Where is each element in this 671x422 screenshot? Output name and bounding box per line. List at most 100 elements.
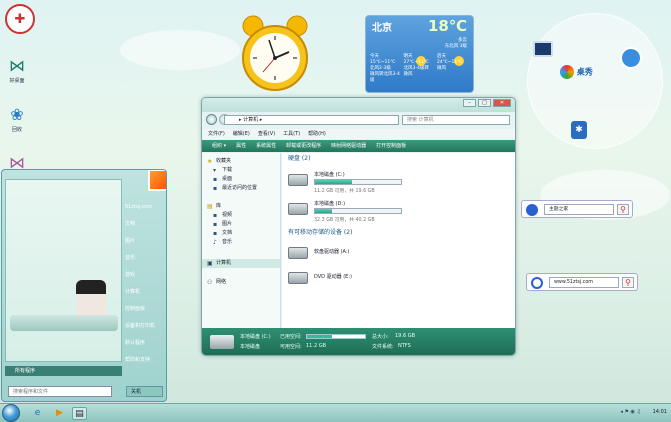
bow-icon: ⋈ [9, 55, 25, 75]
close-button[interactable]: ✕ [493, 99, 511, 107]
start-link-help[interactable]: 帮助和支持 [125, 355, 166, 372]
start-search-input[interactable]: 搜索程序和文件 [8, 386, 112, 397]
details-fs-value: NTFS [398, 343, 411, 349]
forecast-day: 明天 27℃~11℃ 北风3-4级转 微风 [403, 54, 429, 77]
removable-group-header[interactable]: 有可移动存储的设备 (2) [282, 227, 352, 239]
media-player-icon[interactable]: ▶ [52, 407, 67, 420]
nav-libraries[interactable]: ▤ 库 [202, 202, 280, 211]
start-link-computer[interactable]: 计算机 [125, 287, 166, 304]
ie-logo-icon [560, 65, 574, 79]
start-link-devices[interactable]: 设备和打印机 [125, 321, 166, 338]
cmd-control-panel[interactable]: 打开控制面板 [376, 140, 406, 152]
nav-downloads[interactable]: ▾ 下载 [202, 166, 280, 175]
details-fs-label: 文件系统: [372, 344, 394, 350]
search-go-button[interactable]: ⚲ [617, 204, 629, 215]
forecast-day: 今天 15℃~11℃ 北风2-3级 微风转北风3-4级 [370, 54, 400, 83]
bluetooth-icon[interactable]: ✱ [571, 121, 587, 139]
cmd-properties[interactable]: 属性 [236, 140, 246, 152]
search-go-button[interactable]: ⚲ [622, 277, 634, 288]
drive-usage-bar [314, 208, 402, 214]
floppy-drive[interactable]: 软盘驱动器 (A:) [288, 244, 408, 268]
desktop-icon: ▪ [213, 176, 218, 183]
explorer-search-input[interactable]: 搜索 计算机 [402, 115, 510, 125]
network-icon: ⚇ [207, 279, 213, 286]
start-link-games[interactable]: 游戏 [125, 270, 166, 287]
start-link-control-panel[interactable]: 控制面板 [125, 304, 166, 321]
recent-icon: ▪ [213, 185, 218, 192]
rock-wallpaper-image [10, 315, 118, 331]
start-link-music[interactable]: 音乐 [125, 253, 166, 270]
desktop-icon-app[interactable]: ✚ [3, 4, 37, 34]
start-link-documents[interactable]: 文档 [125, 219, 166, 236]
mascot-icon[interactable] [620, 47, 642, 69]
nav-network[interactable]: ⚇ 网络 [202, 278, 280, 287]
nav-desktop[interactable]: ▪ 桌面 [202, 175, 280, 184]
all-programs-button[interactable]: 所有程序 [5, 366, 122, 376]
document-icon: ▪ [213, 230, 218, 237]
ie-icon[interactable]: e [30, 407, 45, 420]
drive-d[interactable]: 本地磁盘 (D:) 32.3 GB 可用，共 40.2 GB [288, 200, 408, 224]
start-link-site[interactable]: 51ztsj.com [125, 202, 166, 219]
window-controls: – □ ✕ [463, 99, 511, 107]
maximize-button[interactable]: □ [478, 99, 491, 107]
weather-temperature: 18℃ [427, 17, 467, 35]
nav-favorites[interactable]: ★ 收藏夹 [202, 157, 280, 166]
desktop-icon-bow[interactable]: ⋈ 好桌面 [0, 55, 34, 85]
baidu-paw-icon [526, 204, 538, 216]
search-widget: www.51ztsj.com ⚲ [526, 273, 638, 291]
system-tray: ◂ ⚑ ◉ ♫ 14:01 [620, 409, 667, 415]
download-icon: ▾ [213, 167, 217, 174]
explorer-taskbar-icon[interactable]: ▤ [72, 407, 87, 420]
clock[interactable]: 14:01 [653, 409, 667, 415]
menu-help[interactable]: 帮助(H) [308, 129, 326, 139]
music-icon: ♪ [213, 239, 217, 246]
search-widget-input[interactable]: www.51ztsj.com [549, 277, 619, 288]
address-bar[interactable]: ▸ 计算机 ▸ [224, 115, 399, 125]
start-link-pictures[interactable]: 图片 [125, 236, 166, 253]
nav-documents[interactable]: ▪ 文档 [202, 229, 280, 238]
floppy-icon [288, 247, 308, 259]
forecast-day: 后天 24℃~11℃ 微风 [437, 54, 463, 71]
desktop-icon-butterfly[interactable]: ❀ 回收 [0, 104, 34, 134]
cmd-map-drive[interactable]: 映射网络驱动器 [331, 140, 366, 152]
cmd-system-properties[interactable]: 系统属性 [256, 140, 276, 152]
taskbar: e ▶ ▤ ◂ ⚑ ◉ ♫ 14:01 [0, 403, 671, 422]
menu-tools[interactable]: 工具(T) [283, 129, 300, 139]
shutdown-button[interactable]: 关机 [126, 386, 163, 397]
hdd-group-header[interactable]: 硬盘 (2) [282, 153, 515, 165]
start-link-default-programs[interactable]: 默认程序 [125, 338, 166, 355]
weather-summary: 多云 东北风 3级 [444, 38, 467, 49]
menu-view[interactable]: 查看(V) [258, 129, 275, 139]
star-icon: ★ [207, 158, 213, 165]
drive-usage-bar [314, 179, 402, 185]
menu-bar: 文件(F) 编辑(E) 查看(V) 工具(T) 帮助(H) [202, 129, 515, 139]
monitor-icon[interactable] [533, 41, 553, 57]
search-widget: 主题之家 ⚲ [521, 200, 633, 218]
search-widget-input[interactable]: 主题之家 [544, 204, 614, 215]
menu-file[interactable]: 文件(F) [208, 129, 225, 139]
details-pane: 本地磁盘 (C:) 本地磁盘 已用空间: 可用空间: 11.2 GB 总大小: … [202, 328, 515, 355]
details-total-label: 总大小: [372, 334, 389, 340]
nav-videos[interactable]: ▪ 视频 [202, 211, 280, 220]
details-free-value: 11.2 GB [306, 343, 327, 349]
start-button[interactable] [2, 404, 20, 422]
details-type: 本地磁盘 [240, 344, 261, 350]
library-icon: ▤ [207, 203, 213, 210]
butterfly-icon: ❀ [10, 104, 24, 124]
dvd-drive[interactable]: DVD 驱动器 (E:) [288, 269, 408, 293]
weather-forecast: 今天 15℃~11℃ 北风2-3级 微风转北风3-4级 明天 27℃~11℃ 北风3-4级… [370, 54, 469, 84]
nav-recent[interactable]: ▪ 最近访问的位置 [202, 184, 280, 193]
minimize-button[interactable]: – [463, 99, 476, 107]
hard-disk-icon [210, 335, 234, 349]
back-button[interactable] [206, 114, 217, 125]
menu-edit[interactable]: 编辑(E) [233, 129, 250, 139]
nav-computer[interactable]: ▣ 计算机 [202, 259, 280, 268]
cmd-organize[interactable]: 组织 ▾ [212, 140, 226, 152]
cmd-uninstall[interactable]: 卸载或更改程序 [286, 140, 321, 152]
drive-c[interactable]: 本地磁盘 (C:) 11.2 GB 可用，共 19.6 GB [288, 171, 408, 195]
zhuoxiu-logo[interactable]: 桌秀 [560, 65, 602, 95]
tray-icons[interactable]: ◂ ⚑ ◉ ♫ [620, 409, 642, 415]
nav-music[interactable]: ♪ 音乐 [202, 238, 280, 247]
user-avatar[interactable] [148, 170, 166, 191]
nav-pictures[interactable]: ▪ 图片 [202, 220, 280, 229]
